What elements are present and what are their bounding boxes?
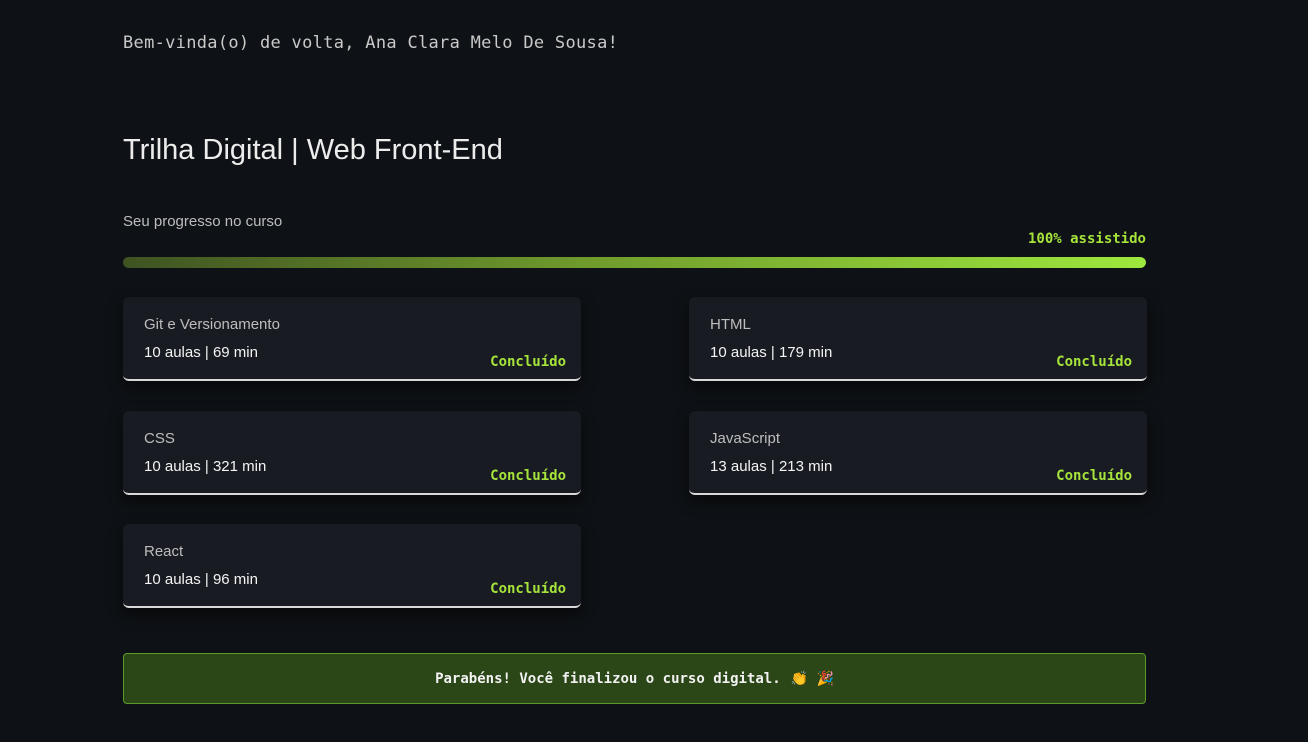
module-status: Concluído xyxy=(1056,354,1132,370)
module-card-html[interactable]: HTML 10 aulas | 179 min Concluído xyxy=(689,297,1147,381)
completion-banner: Parabéns! Você finalizou o curso digital… xyxy=(123,653,1146,704)
module-meta: 10 aulas | 321 min xyxy=(144,458,267,475)
module-name: CSS xyxy=(144,430,175,447)
module-card-css[interactable]: CSS 10 aulas | 321 min Concluído xyxy=(123,411,581,495)
module-status: Concluído xyxy=(1056,468,1132,484)
greeting-text: Bem-vinda(o) de volta, Ana Clara Melo De… xyxy=(123,33,619,53)
module-meta: 10 aulas | 179 min xyxy=(710,344,833,361)
module-name: Git e Versionamento xyxy=(144,316,280,333)
module-name: HTML xyxy=(710,316,751,333)
module-card-javascript[interactable]: JavaScript 13 aulas | 213 min Concluído xyxy=(689,411,1147,495)
module-status: Concluído xyxy=(490,354,566,370)
celebration-icon: 👏 🎉 xyxy=(790,670,834,687)
module-name: JavaScript xyxy=(710,430,781,447)
module-meta: 10 aulas | 69 min xyxy=(144,344,258,361)
module-name: React xyxy=(144,543,184,560)
module-meta: 10 aulas | 96 min xyxy=(144,571,258,588)
module-card-react[interactable]: React 10 aulas | 96 min Concluído xyxy=(123,524,581,608)
module-meta: 13 aulas | 213 min xyxy=(710,458,833,475)
progress-label: Seu progresso no curso xyxy=(123,213,283,230)
module-card-git[interactable]: Git e Versionamento 10 aulas | 69 min Co… xyxy=(123,297,581,381)
completion-message: Parabéns! Você finalizou o curso digital… xyxy=(435,670,781,687)
progress-percent: 100% assistido xyxy=(1027,231,1146,247)
module-status: Concluído xyxy=(490,581,566,597)
progress-bar-fill xyxy=(123,257,1146,268)
course-title: Trilha Digital | Web Front-End xyxy=(123,134,503,166)
module-status: Concluído xyxy=(490,468,566,484)
progress-bar xyxy=(123,257,1146,268)
